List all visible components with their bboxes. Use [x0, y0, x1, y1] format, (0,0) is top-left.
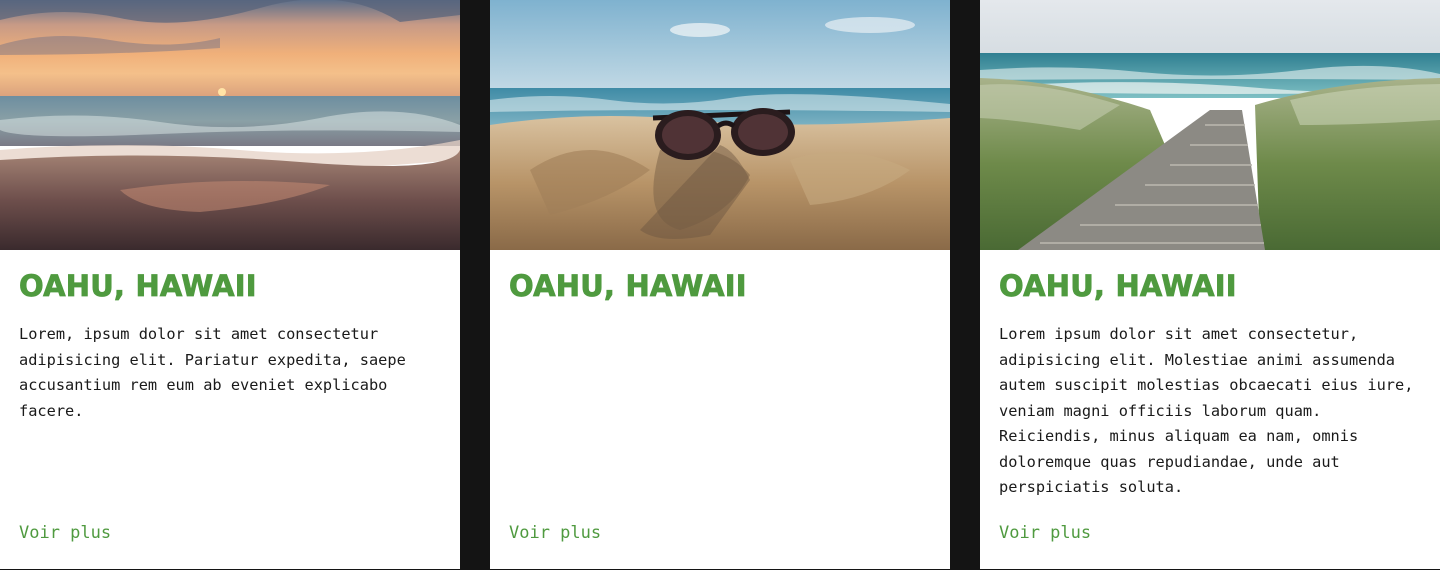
card-title: OAHU, HAWAII: [509, 269, 747, 304]
card-title: OAHU, HAWAII: [999, 269, 1237, 304]
card-description: Lorem, ipsum dolor sit amet consectetur …: [19, 325, 406, 420]
sunset-beach-photo: [0, 0, 460, 250]
voir-plus-link[interactable]: Voir plus: [999, 521, 1091, 545]
card-grid: OAHU, HAWAII Lorem, ipsum dolor sit amet…: [0, 0, 1440, 570]
card-body: OAHU, HAWAII Lorem ipsum dolor sit amet …: [980, 250, 1440, 569]
voir-plus-link[interactable]: Voir plus: [509, 521, 601, 545]
card-body: OAHU, HAWAII Lorem, ipsum dolor sit amet…: [0, 250, 460, 569]
boardwalk-to-sea-photo: [980, 0, 1440, 250]
sunglasses-on-sand-photo: [490, 0, 950, 250]
destination-card: OAHU, HAWAII Voir plus: [490, 0, 950, 569]
card-description: Lorem ipsum dolor sit amet consectetur, …: [999, 325, 1414, 496]
voir-plus-link[interactable]: Voir plus: [19, 521, 111, 545]
card-title: OAHU, HAWAII: [19, 269, 257, 304]
destination-card: OAHU, HAWAII Lorem ipsum dolor sit amet …: [980, 0, 1440, 569]
card-body: OAHU, HAWAII Voir plus: [490, 250, 950, 569]
destination-card: OAHU, HAWAII Lorem, ipsum dolor sit amet…: [0, 0, 460, 569]
